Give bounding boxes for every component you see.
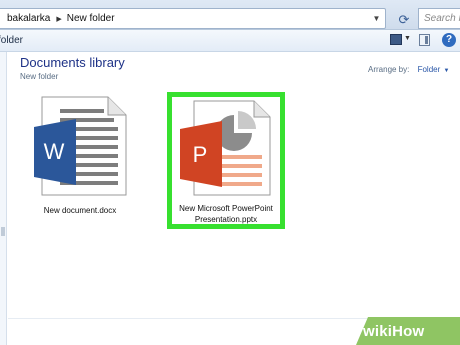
powerpoint-presentation-icon: P [180,100,271,196]
change-view-icon[interactable] [390,34,402,45]
arrange-dropdown-icon[interactable]: ▼ [444,68,450,74]
refresh-icon[interactable]: ⟳ [396,12,412,28]
search-input[interactable]: Search New folder [418,8,460,29]
library-title: Documents library [20,55,125,70]
svg-text:P: P [193,142,208,167]
address-bar-area: bakalarka ▶ New folder ▼ ⟳ Search New fo… [0,0,460,30]
arrange-by-control[interactable]: Arrange by: Folder ▼ [368,65,449,74]
watermark-text: wikiHow [363,323,425,340]
file-name-label: New document.docx [43,206,117,215]
file-item-word-document[interactable]: W New document.docx [30,93,130,223]
file-name-label: New Microsoft PowerPoint Presentation.pp… [179,204,273,224]
arrange-by-label: Arrange by: [368,65,410,74]
breadcrumb-item-bakalarka[interactable]: bakalarka [7,13,50,24]
view-options-dropdown-icon[interactable]: ▼ [404,35,411,42]
address-dropdown-icon[interactable]: ▼ [372,14,381,23]
splitter-handle[interactable] [1,227,5,236]
library-subtitle: New folder [20,72,59,81]
help-icon[interactable]: ? [442,33,456,47]
breadcrumb-separator-icon[interactable]: ▶ [56,15,61,23]
navigation-pane[interactable] [0,52,7,345]
command-bar: folder ▼ ? [0,30,460,52]
arrange-by-value[interactable]: Folder [418,65,441,74]
file-item-powerpoint-presentation[interactable]: P New Microsoft PowerPoint Presentation.… [167,92,285,229]
word-document-icon: W [34,96,127,196]
svg-text:W: W [44,139,65,164]
toolbar-new-folder-button[interactable]: folder [0,35,23,46]
preview-pane-icon[interactable] [419,34,430,46]
breadcrumb-item-new-folder[interactable]: New folder [67,13,115,24]
address-bar[interactable]: bakalarka ▶ New folder ▼ [0,8,386,29]
